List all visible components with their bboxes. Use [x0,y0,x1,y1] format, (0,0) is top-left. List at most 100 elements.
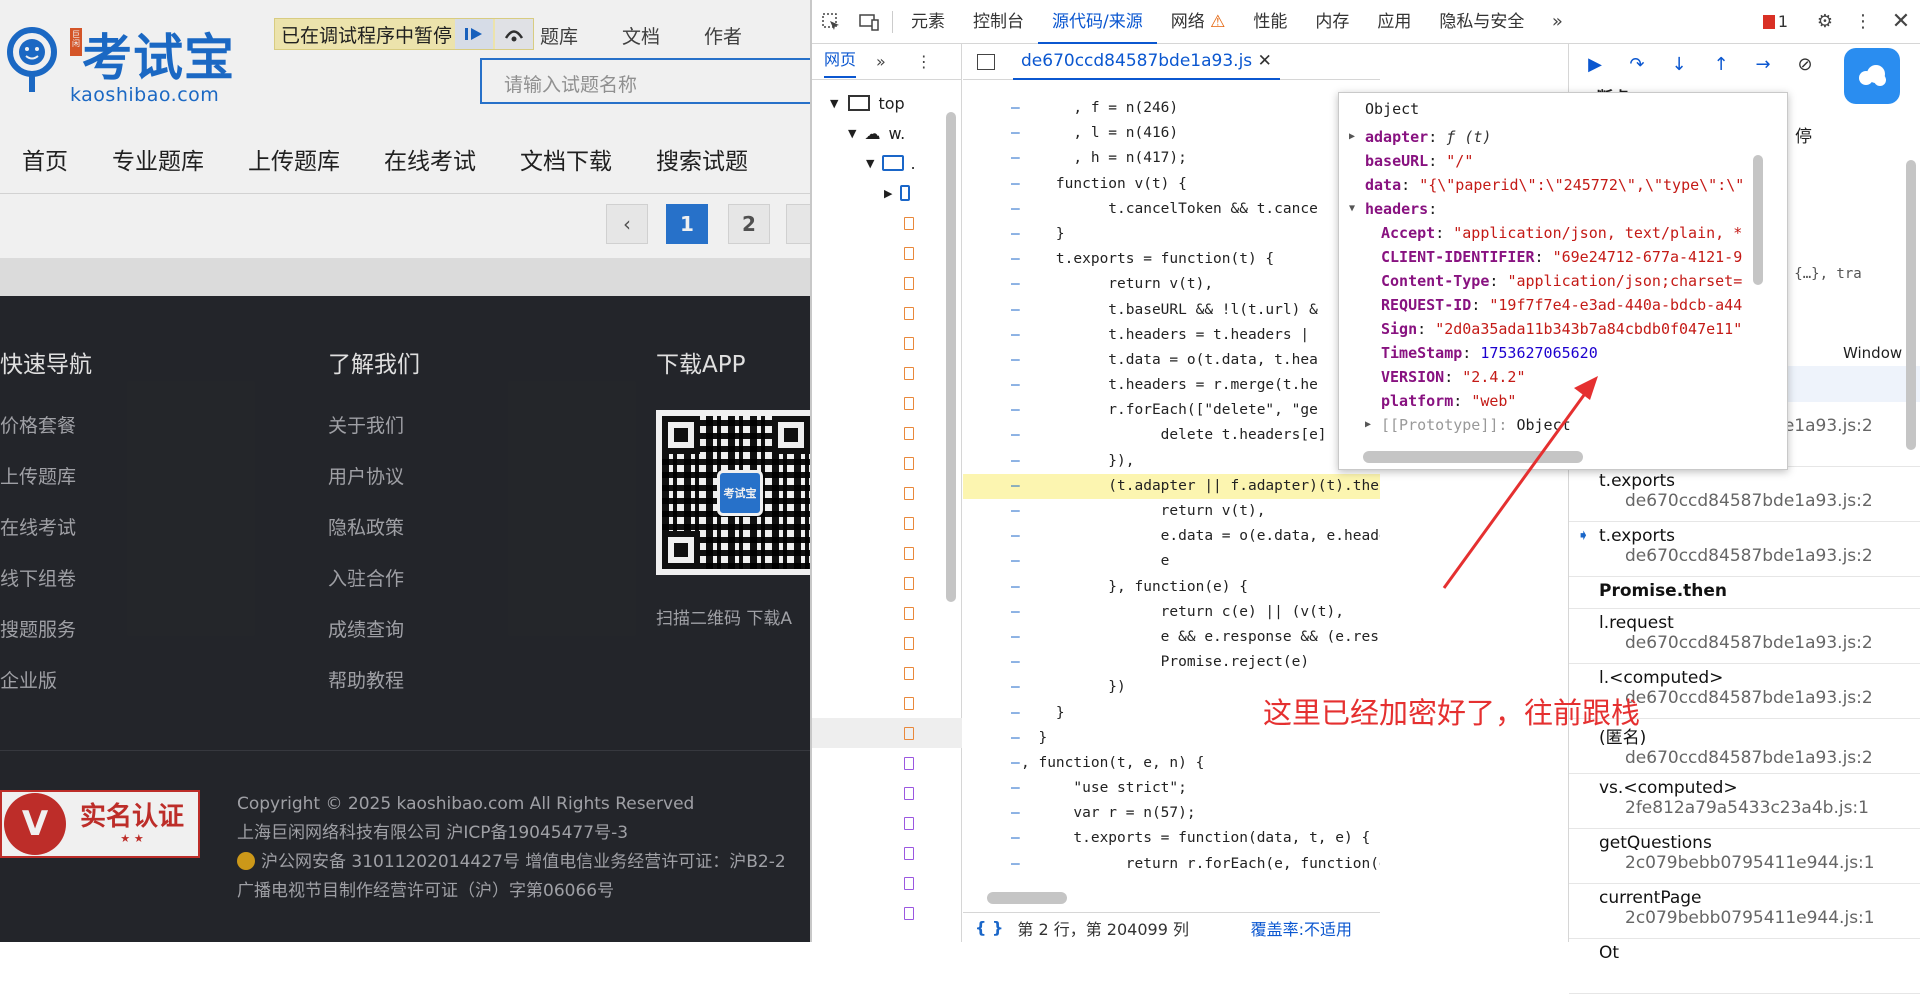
nav-item[interactable]: 上传题库 [248,142,340,176]
code-line[interactable]: – return v(t), [963,499,1380,524]
footer-link[interactable]: 价格套餐 [0,411,92,462]
code-line[interactable]: – }, function(e) { [963,575,1380,600]
line-gutter-marker[interactable]: – [963,751,1021,776]
tree-file[interactable] [812,238,962,268]
popover-property-row[interactable]: ▶ [[Prototype]]: Object [1339,413,1787,437]
line-gutter-marker[interactable]: – [963,298,1021,323]
nav-item[interactable]: 文档下载 [520,142,612,176]
tree-file[interactable] [812,268,962,298]
code-line[interactable]: – t.exports = function(data, t, e) { [963,826,1380,851]
line-gutter-marker[interactable]: – [963,323,1021,348]
line-gutter-marker[interactable]: – [963,398,1021,423]
code-line[interactable]: – t.exports = function(t) { [963,247,1380,272]
line-gutter-marker[interactable]: – [963,600,1021,625]
popover-property-row[interactable]: Accept: "application/json, text/plain, * [1339,221,1787,245]
navigator-scrollbar[interactable] [946,112,956,602]
code-line[interactable]: – return r.forEach(e, function(e) { [963,852,1380,877]
tree-file[interactable] [812,868,962,898]
editor-hscrollbar[interactable] [987,892,1067,904]
footer-link[interactable]: 帮助教程 [328,666,420,717]
line-gutter-marker[interactable]: – [963,776,1021,801]
footer-link[interactable]: 隐私政策 [328,513,420,564]
footer-link[interactable]: 搜题服务 [0,615,92,666]
line-gutter-marker[interactable]: – [963,474,1021,499]
close-devtools-icon[interactable]: ✕ [1882,7,1920,37]
pretty-print-icon[interactable]: { } [975,918,1003,937]
code-line[interactable]: – var r = n(57); [963,801,1380,826]
tree-node-subfolder[interactable]: ▶ [812,178,962,208]
pager-prev-button[interactable]: ‹ [606,204,648,244]
code-line[interactable]: – e.data = o(e.data, e.headers, t.transf… [963,524,1380,549]
inspect-element-icon[interactable] [812,7,850,37]
code-line[interactable]: – , f = n(246) [963,96,1380,121]
tree-file[interactable] [812,628,962,658]
popover-vscroll[interactable] [1753,155,1763,285]
resume-icon[interactable]: ▶ [1577,54,1613,75]
code-line[interactable]: –, function(t, e, n) { [963,751,1380,776]
nav-item[interactable]: 专业题库 [112,142,204,176]
popover-property-row[interactable]: Content-Type: "application/json;charset= [1339,269,1787,293]
footer-link[interactable]: 线下组卷 [0,564,92,615]
more-tabs-icon[interactable]: » [1538,7,1576,37]
issues-badge[interactable]: 1 [1762,12,1788,31]
step-into-icon[interactable]: ↓ [1661,54,1697,75]
line-gutter-marker[interactable]: – [963,499,1021,524]
line-gutter-marker[interactable]: – [963,197,1021,222]
call-frame[interactable]: currentPage 2c079bebb0795411e944.js:1 [1569,884,1920,939]
call-frame[interactable]: t.exports de670ccd84587bde1a93.js:2 [1569,467,1920,522]
code-line[interactable]: – t.data = o(t.data, t.hea [963,348,1380,373]
popover-property-row[interactable]: ▼ headers: [1339,197,1787,221]
popover-property-row[interactable]: Sign: "2d0a35ada11b343b7a84cbdb0f047e11" [1339,317,1787,341]
code-line[interactable]: – e && e.response && (e.response.data = … [963,625,1380,650]
popover-property-row[interactable]: platform: "web" [1339,389,1787,413]
popover-property-row[interactable]: CLIENT-IDENTIFIER: "69e24712-677a-4121-9 [1339,245,1787,269]
frame-location[interactable]: de670ccd84587bde1a93.js:2 [1599,748,1920,768]
top-link[interactable]: 作者 [704,22,742,49]
call-frame[interactable]: vs.<computed> 2fe812a79a5433c23a4b.js:1 [1569,774,1920,829]
pager-page-button[interactable]: 2 [728,204,770,244]
tree-file[interactable] [812,208,962,238]
tab-application[interactable]: 应用 [1363,0,1425,44]
tree-file[interactable] [812,448,962,478]
line-gutter-marker[interactable]: – [963,146,1021,171]
tree-file[interactable] [812,808,962,838]
tree-file[interactable] [812,898,962,928]
line-gutter-marker[interactable]: – [963,449,1021,474]
tree-file[interactable] [812,748,962,778]
code-line[interactable]: – }), [963,449,1380,474]
code-line[interactable]: – r.forEach(["delete", "ge [963,398,1380,423]
call-frame[interactable]: Ot [1569,939,1920,994]
line-gutter-marker[interactable]: – [963,222,1021,247]
tree-file[interactable] [812,538,962,568]
open-file-tab[interactable]: de670ccd84587bde1a93.js ✕ [1013,44,1280,80]
copyright-line[interactable]: 上海巨闲网络科技有限公司 沪ICP备19045477号-3 [237,819,786,848]
step-over-icon[interactable]: ↷ [1619,54,1655,75]
tab-elements[interactable]: 元素 [897,0,959,44]
tab-privacy-security[interactable]: 隐私与安全 [1425,0,1538,44]
code-line[interactable]: – "use strict"; [963,776,1380,801]
line-gutter-marker[interactable]: – [963,650,1021,675]
line-gutter-marker[interactable]: – [963,852,1021,877]
line-gutter-marker[interactable]: – [963,801,1021,826]
popover-property-row[interactable]: ▶ adapter: ƒ (t) [1339,125,1787,149]
frame-location[interactable]: 2c079bebb0795411e944.js:1 [1599,908,1920,928]
tab-page[interactable]: 网页 [824,46,857,78]
copyright-line[interactable]: 沪公网安备 31011202014427号 增值电信业务经营许可证：沪B2-2 [237,848,786,877]
footer-link[interactable]: 入驻合作 [328,564,420,615]
line-gutter-marker[interactable]: – [963,172,1021,197]
resume-icon[interactable] [455,19,493,49]
popover-property-row[interactable]: REQUEST-ID: "19f7f7e4-e3ad-440a-bdcb-a44 [1339,293,1787,317]
footer-link[interactable]: 在线考试 [0,513,92,564]
line-gutter-marker[interactable]: – [963,826,1021,851]
call-frame[interactable]: getQuestions 2c079bebb0795411e944.js:1 [1569,829,1920,884]
line-gutter-marker[interactable]: – [963,96,1021,121]
line-gutter-marker[interactable]: – [963,247,1021,272]
line-gutter-marker[interactable]: – [963,524,1021,549]
step-icon[interactable]: → [1745,54,1781,75]
tree-node-folder[interactable]: ▼ . [812,148,962,178]
code-line[interactable]: – t.cancelToken && t.cance [963,197,1380,222]
footer-link[interactable]: 关于我们 [328,411,420,462]
code-line[interactable]: – return c(e) || (v(t), [963,600,1380,625]
tree-file[interactable] [812,598,962,628]
footer-link[interactable]: 企业版 [0,666,92,717]
